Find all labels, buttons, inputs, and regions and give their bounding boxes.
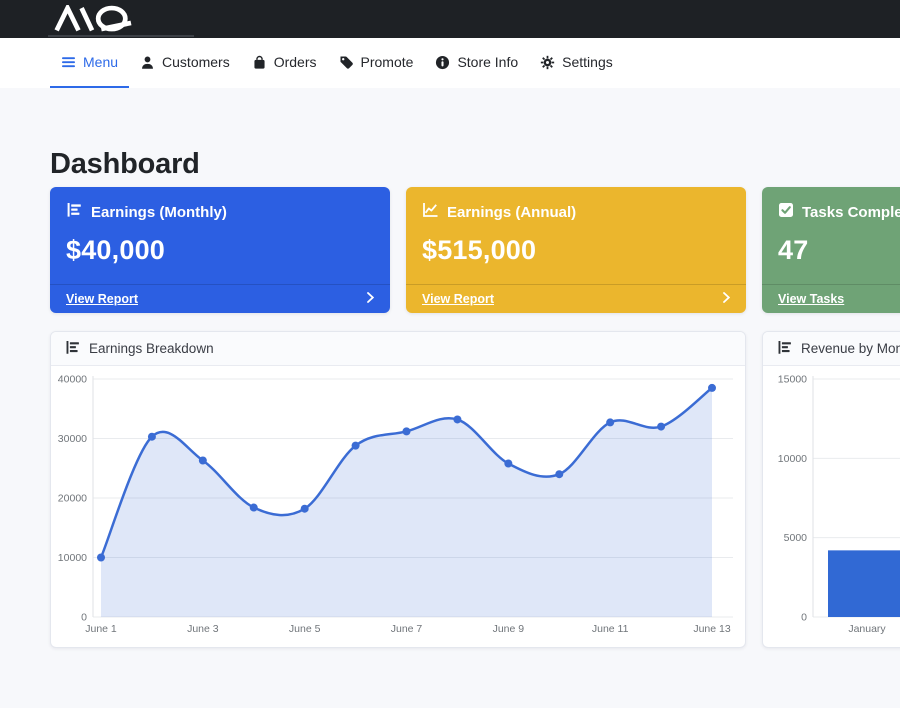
svg-text:20000: 20000 xyxy=(58,493,87,505)
svg-text:0: 0 xyxy=(81,612,87,624)
gear-icon xyxy=(540,55,555,70)
brand-logo-aiq[interactable] xyxy=(48,5,144,33)
page-content: Dashboard Earnings (Monthly) $40,000 Vie… xyxy=(0,88,900,648)
stat-link-label[interactable]: View Report xyxy=(422,292,494,306)
view-report-link-monthly[interactable]: View Report xyxy=(50,284,390,313)
view-report-link-annual[interactable]: View Report xyxy=(406,284,746,313)
earnings-breakdown-header: Earnings Breakdown xyxy=(51,332,745,366)
svg-text:June 13: June 13 xyxy=(693,623,731,635)
earnings-breakdown-chart[interactable]: 0 10000 20000 30000 40000 June 1 June 3 June 5 J… xyxy=(51,366,745,647)
svg-text:15000: 15000 xyxy=(778,374,807,386)
chart-card-title: Earnings Breakdown xyxy=(89,341,214,356)
nav-item-orders[interactable]: Orders xyxy=(241,38,328,88)
line-chart-icon xyxy=(422,202,439,222)
nav-item-store-info[interactable]: Store Info xyxy=(424,38,529,88)
stat-card-title: Tasks Completed xyxy=(802,204,900,221)
tag-icon xyxy=(339,55,354,70)
nav-label: Customers xyxy=(162,54,230,70)
svg-text:June 1: June 1 xyxy=(85,623,117,635)
svg-text:June 3: June 3 xyxy=(187,623,219,635)
stat-card-title: Earnings (Annual) xyxy=(447,204,576,221)
stat-card-value: 47 xyxy=(778,235,900,266)
brand-underline xyxy=(48,35,194,37)
hamburger-icon xyxy=(61,55,76,69)
stat-link-label[interactable]: View Tasks xyxy=(778,292,844,306)
nav-label: Settings xyxy=(562,54,613,70)
bag-icon xyxy=(252,55,267,70)
nav-item-menu[interactable]: Menu xyxy=(50,38,129,88)
chart-bars-icon xyxy=(777,340,793,358)
main-nav: Menu Customers Orders Promote Store Info… xyxy=(0,38,900,88)
svg-text:5000: 5000 xyxy=(784,532,808,544)
stat-card-value: $515,000 xyxy=(422,235,730,266)
svg-text:June 7: June 7 xyxy=(391,623,423,635)
nav-label: Store Info xyxy=(457,54,518,70)
stat-card-value: $40,000 xyxy=(66,235,374,266)
chevron-right-icon xyxy=(723,290,730,308)
nav-item-settings[interactable]: Settings xyxy=(529,38,624,88)
card-tasks-completed: Tasks Completed 47 View Tasks xyxy=(762,187,900,313)
chart-bars-icon xyxy=(65,340,81,358)
svg-text:January: January xyxy=(848,623,886,635)
card-earnings-annual: Earnings (Annual) $515,000 View Report xyxy=(406,187,746,313)
svg-text:June 5: June 5 xyxy=(289,623,321,635)
stat-cards-row: Earnings (Monthly) $40,000 View Report E… xyxy=(50,187,900,313)
info-icon xyxy=(435,55,450,70)
revenue-by-month-header: Revenue by Month xyxy=(763,332,900,366)
svg-text:10000: 10000 xyxy=(778,453,807,465)
chart-cards-row: Earnings Breakdown 0 10000 20000 30000 40000… xyxy=(50,331,900,648)
revenue-by-month-card: Revenue by Month 0 5000 10000 15000 January xyxy=(762,331,900,648)
svg-text:0: 0 xyxy=(801,612,807,624)
svg-text:40000: 40000 xyxy=(58,374,87,386)
stat-card-title: Earnings (Monthly) xyxy=(91,204,227,221)
nav-label: Menu xyxy=(83,54,118,70)
svg-text:June 11: June 11 xyxy=(592,623,629,635)
chevron-right-icon xyxy=(367,290,374,308)
nav-item-promote[interactable]: Promote xyxy=(328,38,425,88)
stat-link-label[interactable]: View Report xyxy=(66,292,138,306)
nav-item-customers[interactable]: Customers xyxy=(129,38,241,88)
nav-label: Promote xyxy=(361,54,414,70)
bar-chart-icon xyxy=(66,202,83,222)
view-tasks-link[interactable]: View Tasks xyxy=(762,284,900,313)
top-app-bar xyxy=(0,0,900,38)
chart-card-title: Revenue by Month xyxy=(801,341,900,356)
svg-text:June 9: June 9 xyxy=(493,623,525,635)
earnings-breakdown-card: Earnings Breakdown 0 10000 20000 30000 40000… xyxy=(50,331,746,648)
card-earnings-monthly: Earnings (Monthly) $40,000 View Report xyxy=(50,187,390,313)
revenue-by-month-chart[interactable]: 0 5000 10000 15000 January xyxy=(763,366,900,647)
svg-text:10000: 10000 xyxy=(58,552,87,564)
nav-label: Orders xyxy=(274,54,317,70)
user-icon xyxy=(140,55,155,70)
check-square-icon xyxy=(778,202,794,222)
page-title: Dashboard xyxy=(50,148,900,181)
svg-text:30000: 30000 xyxy=(58,433,87,445)
